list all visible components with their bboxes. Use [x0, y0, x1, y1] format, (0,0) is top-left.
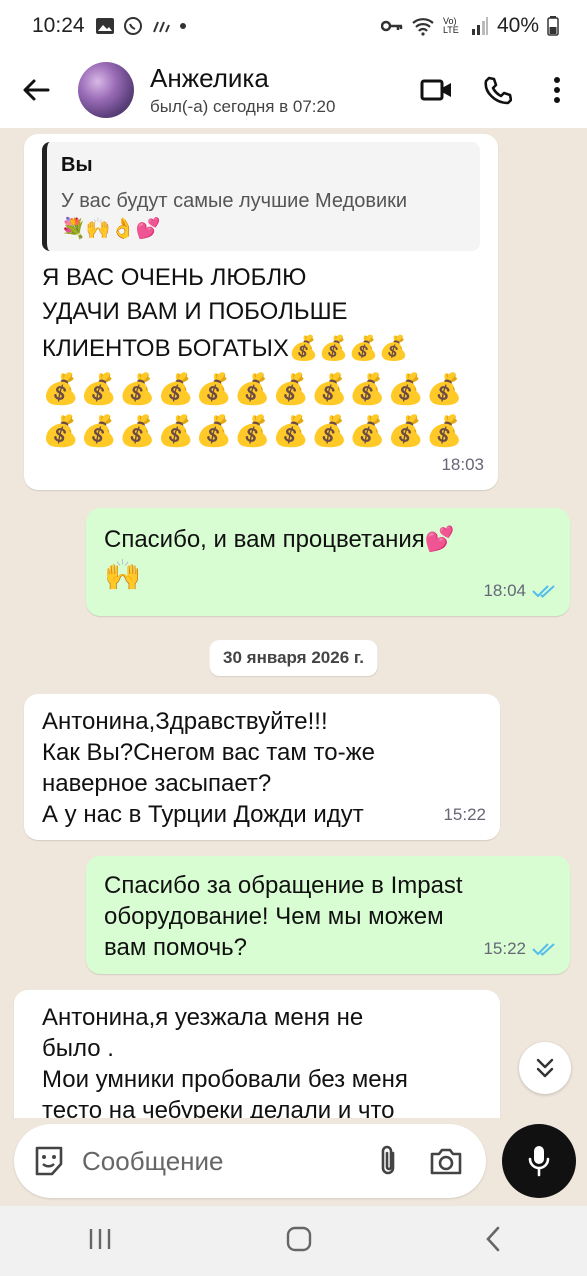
microphone-icon	[528, 1146, 550, 1177]
message-bubble-outgoing[interactable]: Спасибо за обращение в Impast оборудован…	[86, 856, 570, 974]
home-button[interactable]	[286, 1226, 312, 1257]
quote-emoji: 💐🙌👌💕	[61, 218, 161, 240]
message-time: 18:03	[441, 455, 484, 474]
contact-avatar[interactable]	[78, 62, 134, 118]
date-separator: 30 января 2026 г.	[209, 640, 378, 676]
scroll-to-bottom-button[interactable]	[519, 1042, 571, 1094]
message-line: Я ВАС ОЧЕНЬ ЛЮБЛЮ	[42, 264, 307, 291]
phone-icon	[484, 76, 512, 105]
voice-call-button[interactable]	[467, 60, 527, 120]
message-line: А у нас в Турции Дожди идут	[42, 801, 364, 828]
volte-indicator: Vo) LTE	[442, 16, 459, 35]
battery-percent: 40%	[496, 14, 539, 37]
whatsapp-notification-icon	[123, 17, 142, 35]
quoted-message[interactable]: Вы У вас будут самые лучшие Медовики 💐🙌👌…	[42, 142, 480, 251]
chat-header: Анжелика был(-а) сегодня в 07:20	[0, 52, 587, 128]
status-time: 10:24	[32, 14, 85, 37]
more-vertical-icon	[554, 77, 560, 103]
home-icon	[286, 1226, 311, 1251]
message-bubble-incoming[interactable]: Антонина,Здравствуйте!!! Как Вы?Снегом в…	[24, 694, 500, 840]
camera-button[interactable]	[424, 1139, 468, 1183]
message-line: УДАЧИ ВАМ И ПОБОЛЬШЕ	[42, 298, 348, 325]
message-bubble-incoming[interactable]: Антонина,я уезжала меня не было . Мои ум…	[14, 990, 500, 1118]
battery-icon	[547, 16, 559, 36]
signal-icon	[471, 17, 488, 35]
system-back-button[interactable]	[485, 1226, 501, 1257]
wifi-icon	[412, 18, 434, 36]
attach-button[interactable]	[366, 1139, 410, 1183]
message-meta: 18:03	[441, 449, 484, 480]
recents-icon	[89, 1228, 110, 1249]
message-bubble-incoming[interactable]: Вы У вас будут самые лучшие Медовики 💐🙌👌…	[24, 134, 498, 490]
message-meta: 18:04	[483, 575, 556, 606]
double-check-icon	[532, 942, 555, 956]
more-options-button[interactable]	[527, 60, 587, 120]
message-time: 15:22	[483, 939, 526, 958]
message-time: 15:22	[443, 805, 486, 824]
key-icon	[380, 20, 403, 32]
message-meta: 15:22	[443, 799, 486, 830]
contact-info[interactable]: Анжелика был(-а) сегодня в 07:20	[150, 63, 335, 117]
message-line: было .	[42, 1035, 114, 1062]
sticker-icon	[35, 1146, 63, 1176]
message-line: Спасибо, и вам процветания💕	[104, 526, 455, 553]
message-bubble-outgoing[interactable]: Спасибо, и вам процветания💕 🙌 18:04	[86, 508, 570, 616]
message-line: КЛИЕНТОВ БОГАТЫХ💰💰💰💰	[42, 335, 409, 362]
video-camera-icon	[420, 79, 451, 101]
chevron-left-icon	[485, 1226, 499, 1251]
message-composer: Сообщение	[14, 1124, 486, 1198]
contact-name: Анжелика	[150, 63, 269, 93]
message-line: Спасибо за обращение в Impast	[104, 872, 463, 899]
message-input[interactable]: Сообщение	[82, 1146, 352, 1177]
double-chevron-down-icon	[536, 1058, 554, 1078]
message-line: наверное засыпает?	[42, 770, 272, 797]
message-meta: 15:22	[483, 933, 556, 964]
voice-message-button[interactable]	[502, 1124, 576, 1198]
message-line: Антонина,я уезжала меня не	[42, 1004, 364, 1031]
emoji-line: 💰💰💰💰💰💰💰💰💰💰💰	[42, 415, 464, 448]
quote-text: У вас будут самые лучшие Медовики	[61, 190, 408, 212]
message-line: Антонина,Здравствуйте!!!	[42, 708, 328, 735]
video-call-button[interactable]	[407, 60, 467, 120]
system-navigation-bar	[0, 1206, 587, 1276]
gallery-icon	[95, 18, 114, 34]
last-seen: был(-а) сегодня в 07:20	[150, 97, 336, 116]
emoji-line: 💰💰💰💰💰💰💰💰💰💰💰	[42, 373, 464, 406]
back-button[interactable]	[0, 52, 72, 128]
camera-icon	[430, 1148, 462, 1175]
emoji-button[interactable]	[32, 1144, 66, 1178]
recent-apps-button[interactable]	[87, 1227, 113, 1256]
message-time: 18:04	[483, 581, 526, 600]
double-check-icon	[532, 584, 555, 598]
status-bar: 10:24 Vo) LTE 40%	[0, 0, 587, 52]
message-line: оборудование! Чем мы можем	[104, 903, 444, 930]
quote-author: Вы	[61, 154, 93, 176]
dot-icon	[179, 23, 186, 29]
arrow-left-icon	[23, 79, 50, 101]
message-line: тесто на чебуреки делали и что	[42, 1097, 395, 1118]
paperclip-icon	[381, 1145, 395, 1175]
message-line: Как Вы?Снегом вас там то-же	[42, 739, 375, 766]
message-line: Мои умники пробовали без меня	[42, 1066, 408, 1093]
weather-icon	[152, 21, 170, 33]
chat-area[interactable]: Вы У вас будут самые лучшие Медовики 💐🙌👌…	[0, 128, 587, 1118]
